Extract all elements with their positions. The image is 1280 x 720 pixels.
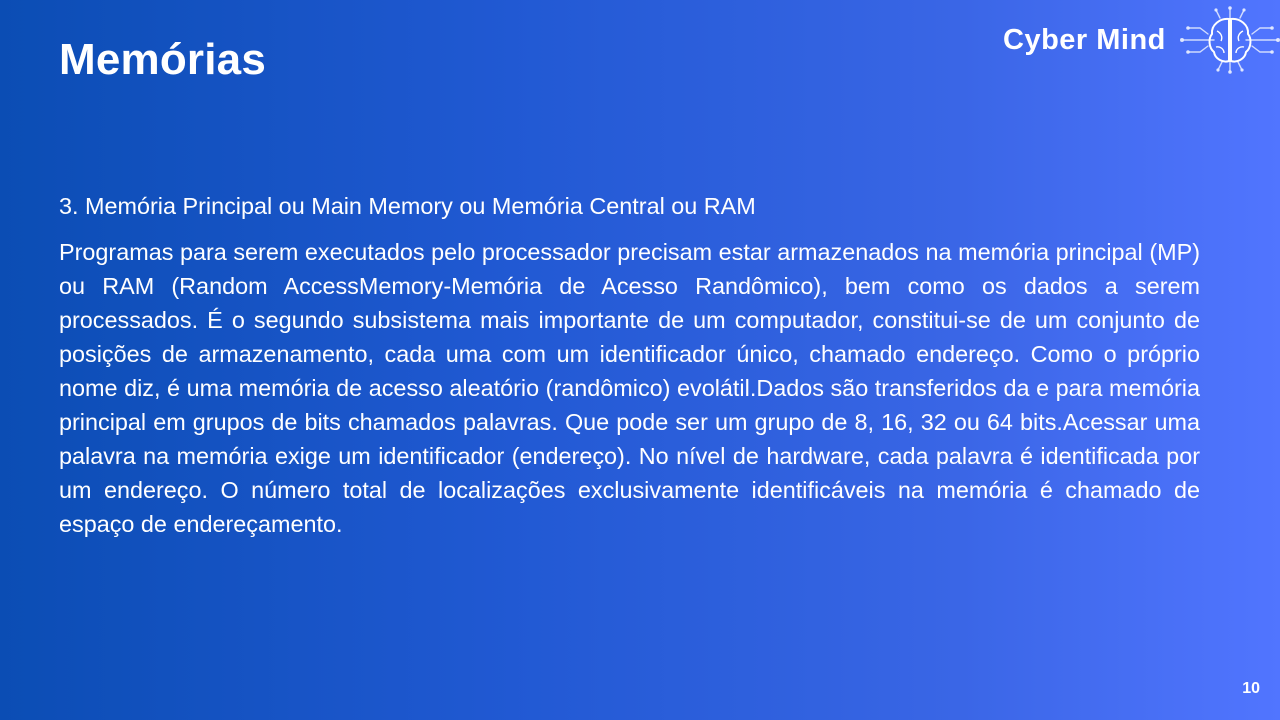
logo-text: Cyber Mind xyxy=(1003,23,1166,56)
page-number: 10 xyxy=(1242,680,1260,697)
cyber-mind-logo: Cyber Mind xyxy=(1000,6,1280,74)
body-paragraph: Programas para serem executados pelo pro… xyxy=(59,239,1200,537)
section-subheading: 3. Memória Principal ou Main Memory ou M… xyxy=(59,193,756,219)
brain-circuit-icon xyxy=(1180,6,1280,74)
slide-title: Memórias xyxy=(59,35,267,84)
